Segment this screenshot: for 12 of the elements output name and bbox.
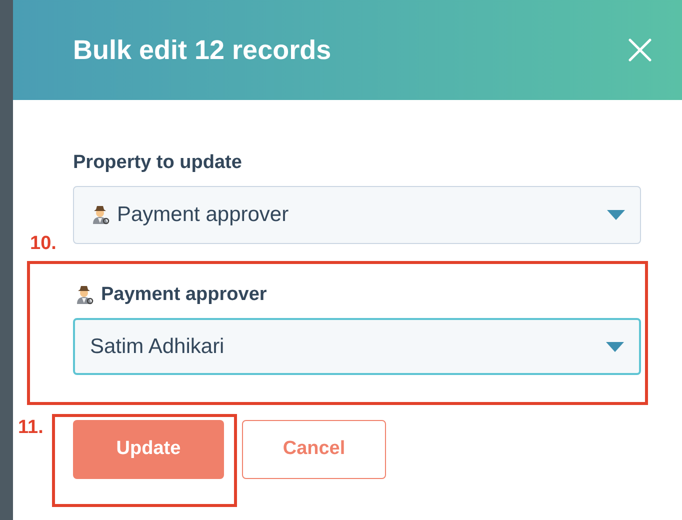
caret-icon xyxy=(606,342,624,352)
select-field[interactable]: Payment approver xyxy=(73,186,641,244)
step-number: 10. xyxy=(30,232,56,256)
select-value: Satim Adhikari xyxy=(90,334,224,360)
field-label: Property to update xyxy=(73,150,242,175)
step-number: 11. xyxy=(18,416,44,440)
select-field[interactable]: Satim Adhikari xyxy=(73,318,641,375)
field-label: Payment approver xyxy=(101,282,267,307)
close-icon[interactable] xyxy=(628,38,652,62)
dialog-title: Bulk edit 12 records xyxy=(73,34,332,67)
select-value: Payment approver xyxy=(117,202,289,228)
caret-icon xyxy=(607,210,625,220)
